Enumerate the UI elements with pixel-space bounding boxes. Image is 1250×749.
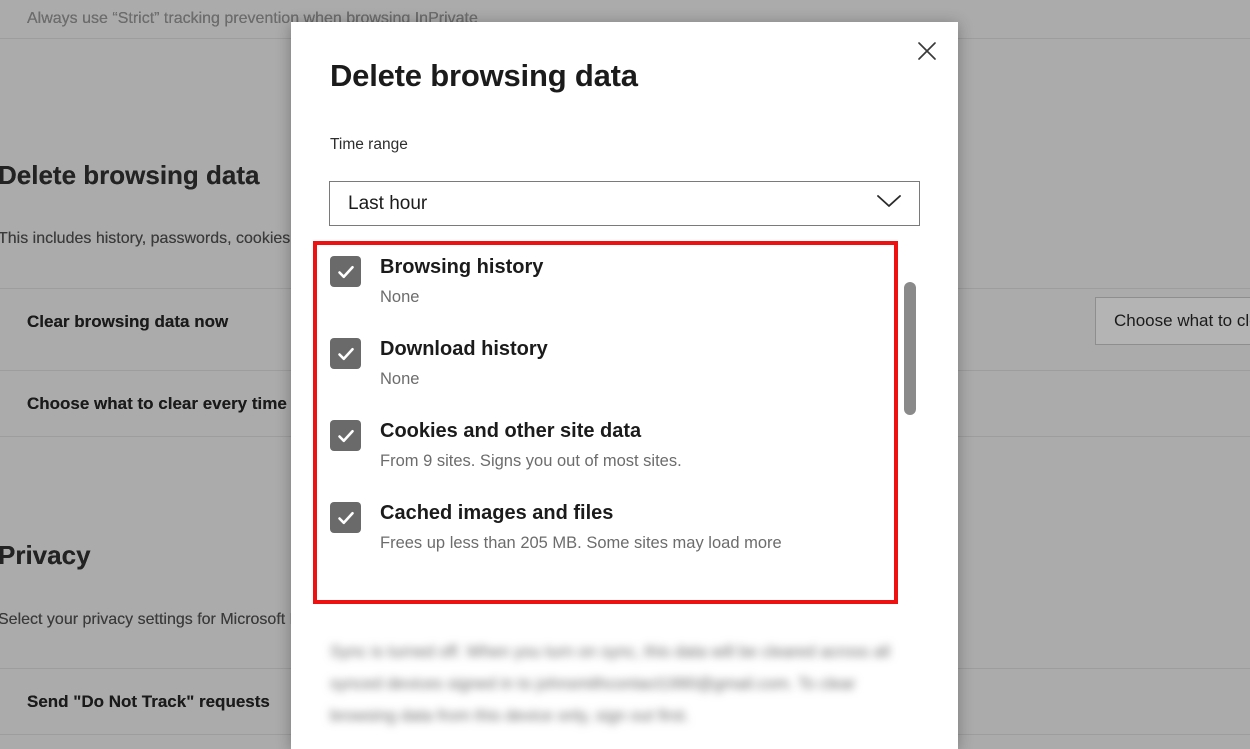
data-types-list: Browsing history None Download history N… [330,254,910,582]
list-item-cached-images-and-files[interactable]: Cached images and files Frees up less th… [330,500,910,555]
screen-root: Always use “Strict” tracking prevention … [0,0,1250,749]
time-range-select[interactable]: Last hour [329,181,920,226]
list-item-title: Browsing history [380,256,543,278]
list-item-title: Cookies and other site data [380,420,641,442]
list-item-subtitle: Frees up less than 205 MB. Some sites ma… [380,531,782,555]
checkbox-download-history[interactable] [330,338,361,369]
clear-browsing-data-now-label: Clear browsing data now [27,312,228,332]
choose-what-to-clear-button-dimmed[interactable]: Choose what to clear [1095,297,1250,345]
choose-what-to-clear-label: Choose what to clear [1114,311,1250,331]
checkbox-cookies-and-other-site-data[interactable] [330,420,361,451]
list-item-browsing-history[interactable]: Browsing history None [330,254,910,309]
chevron-down-icon [875,193,903,214]
list-item-subtitle: From 9 sites. Signs you out of most site… [380,449,682,473]
delete-browsing-data-heading-dimmed: Delete browsing data [0,160,260,191]
list-item-title: Download history [380,338,548,360]
sync-footer-note: Sync is turned off. When you turn on syn… [330,636,925,732]
time-range-label: Time range [330,136,408,154]
dialog-scrollbar-track[interactable] [903,255,917,615]
sync-footer-note-text: Sync is turned off. When you turn on syn… [330,643,890,725]
privacy-description-dimmed: Select your privacy settings for Microso… [0,611,327,629]
dialog-scrollbar-thumb[interactable] [904,282,916,415]
list-item-cookies-and-other-site-data[interactable]: Cookies and other site data From 9 sites… [330,418,910,473]
dialog-title: Delete browsing data [330,58,638,94]
list-item-subtitle: None [380,367,548,391]
checkbox-cached-images-and-files[interactable] [330,502,361,533]
list-item-subtitle: None [380,285,543,309]
checkbox-browsing-history[interactable] [330,256,361,287]
privacy-heading-dimmed: Privacy [0,540,91,571]
list-item-title: Cached images and files [380,502,613,524]
close-icon[interactable] [905,31,949,71]
list-item-download-history[interactable]: Download history None [330,336,910,391]
do-not-track-label: Send "Do Not Track" requests [27,692,270,712]
time-range-selected-value: Last hour [348,193,427,215]
delete-browsing-data-dialog: Delete browsing data Time range Last hou… [291,22,958,749]
